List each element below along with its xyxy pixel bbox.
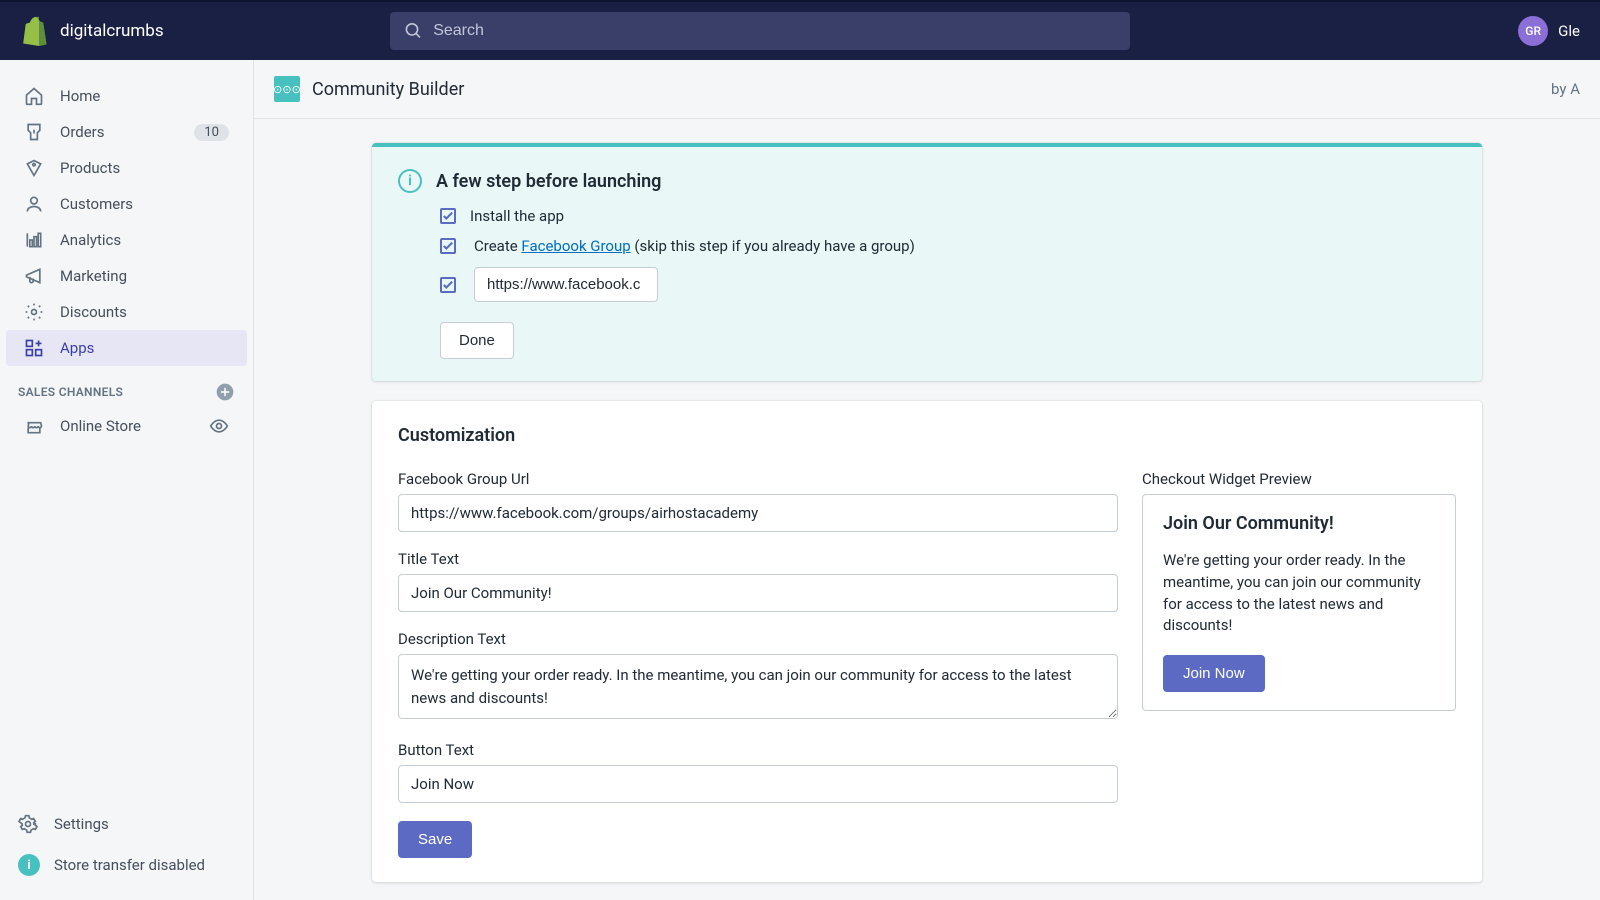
sidebar-item-label: Orders	[60, 123, 105, 141]
onboard-url-input[interactable]	[474, 267, 658, 302]
search-box[interactable]	[390, 12, 1130, 50]
add-channel-icon[interactable]	[215, 382, 235, 402]
button-input[interactable]	[398, 765, 1118, 803]
save-button[interactable]: Save	[398, 821, 472, 858]
topbar: digitalcrumbs GR Gle	[0, 0, 1600, 60]
eye-icon[interactable]	[209, 416, 229, 436]
shopify-logo	[20, 16, 48, 46]
desc-input[interactable]	[398, 654, 1118, 719]
sidebar-item-label: Home	[60, 87, 100, 105]
app-author: by A	[1551, 80, 1580, 98]
sidebar-item-label: Customers	[60, 195, 133, 213]
customization-card: Customization Facebook Group Url Title T…	[372, 401, 1482, 882]
sidebar: Home Orders 10 Products Customers Analyt…	[0, 60, 254, 900]
search-input[interactable]	[433, 22, 1116, 40]
checkbox-create[interactable]	[440, 238, 456, 254]
marketing-icon	[24, 266, 44, 286]
sidebar-item-label: Products	[60, 159, 120, 177]
apps-icon	[24, 338, 44, 358]
sidebar-item-products[interactable]: Products	[6, 150, 247, 186]
transfer-label: Store transfer disabled	[54, 856, 205, 874]
preview-button[interactable]: Join Now	[1163, 655, 1265, 692]
app-title: Community Builder	[312, 79, 464, 100]
desc-label: Description Text	[398, 630, 1118, 648]
customization-heading: Customization	[398, 425, 1456, 446]
app-icon: ⊙⊙⊙	[274, 76, 300, 102]
sidebar-item-label: Marketing	[60, 267, 127, 285]
store-name: digitalcrumbs	[60, 21, 164, 41]
sidebar-item-marketing[interactable]: Marketing	[6, 258, 247, 294]
sidebar-item-discounts[interactable]: Discounts	[6, 294, 247, 330]
customers-icon	[24, 194, 44, 214]
app-header: ⊙⊙⊙ Community Builder by A	[254, 60, 1600, 119]
button-label: Button Text	[398, 741, 1118, 759]
url-input[interactable]	[398, 494, 1118, 532]
title-input[interactable]	[398, 574, 1118, 612]
search-icon	[404, 21, 423, 41]
onboarding-title: A few step before launching	[436, 171, 661, 192]
store-transfer[interactable]: i Store transfer disabled	[0, 844, 253, 886]
orders-badge: 10	[194, 124, 229, 141]
checkbox-url[interactable]	[440, 277, 456, 293]
preview-widget: Join Our Community! We're getting your o…	[1142, 494, 1456, 711]
step-install-label: Install the app	[470, 207, 564, 225]
settings-link[interactable]: Settings	[0, 804, 253, 844]
facebook-group-link[interactable]: Facebook Group	[521, 237, 630, 255]
discounts-icon	[24, 302, 44, 322]
info-icon: i	[18, 854, 40, 876]
url-label: Facebook Group Url	[398, 470, 1118, 488]
title-label: Title Text	[398, 550, 1118, 568]
channel-online-store[interactable]: Online Store	[6, 408, 247, 444]
sidebar-item-label: Analytics	[60, 231, 121, 249]
channel-label: Online Store	[60, 417, 141, 435]
sidebar-item-orders[interactable]: Orders 10	[6, 114, 247, 150]
gear-icon	[18, 814, 38, 834]
done-button[interactable]: Done	[440, 322, 514, 359]
sidebar-item-label: Apps	[60, 339, 94, 357]
preview-desc: We're getting your order ready. In the m…	[1163, 550, 1435, 637]
settings-label: Settings	[54, 815, 109, 833]
orders-icon	[24, 122, 44, 142]
sidebar-item-analytics[interactable]: Analytics	[6, 222, 247, 258]
info-icon: i	[398, 169, 422, 193]
analytics-icon	[24, 230, 44, 250]
checkbox-install[interactable]	[440, 208, 456, 224]
store-icon	[24, 416, 44, 436]
onboarding-card: i A few step before launching Install th…	[372, 143, 1482, 381]
products-icon	[24, 158, 44, 178]
preview-label: Checkout Widget Preview	[1142, 470, 1456, 488]
preview-title: Join Our Community!	[1163, 513, 1435, 534]
home-icon	[24, 86, 44, 106]
avatar[interactable]: GR	[1518, 16, 1548, 46]
sidebar-item-home[interactable]: Home	[6, 78, 247, 114]
sales-channels-header: SALES CHANNELS	[0, 366, 253, 408]
sidebar-item-customers[interactable]: Customers	[6, 186, 247, 222]
step-create-label: Create Facebook Group (skip this step if…	[474, 237, 915, 255]
sidebar-item-apps[interactable]: Apps	[6, 330, 247, 366]
user-name: Gle	[1558, 22, 1580, 40]
sidebar-item-label: Discounts	[60, 303, 127, 321]
